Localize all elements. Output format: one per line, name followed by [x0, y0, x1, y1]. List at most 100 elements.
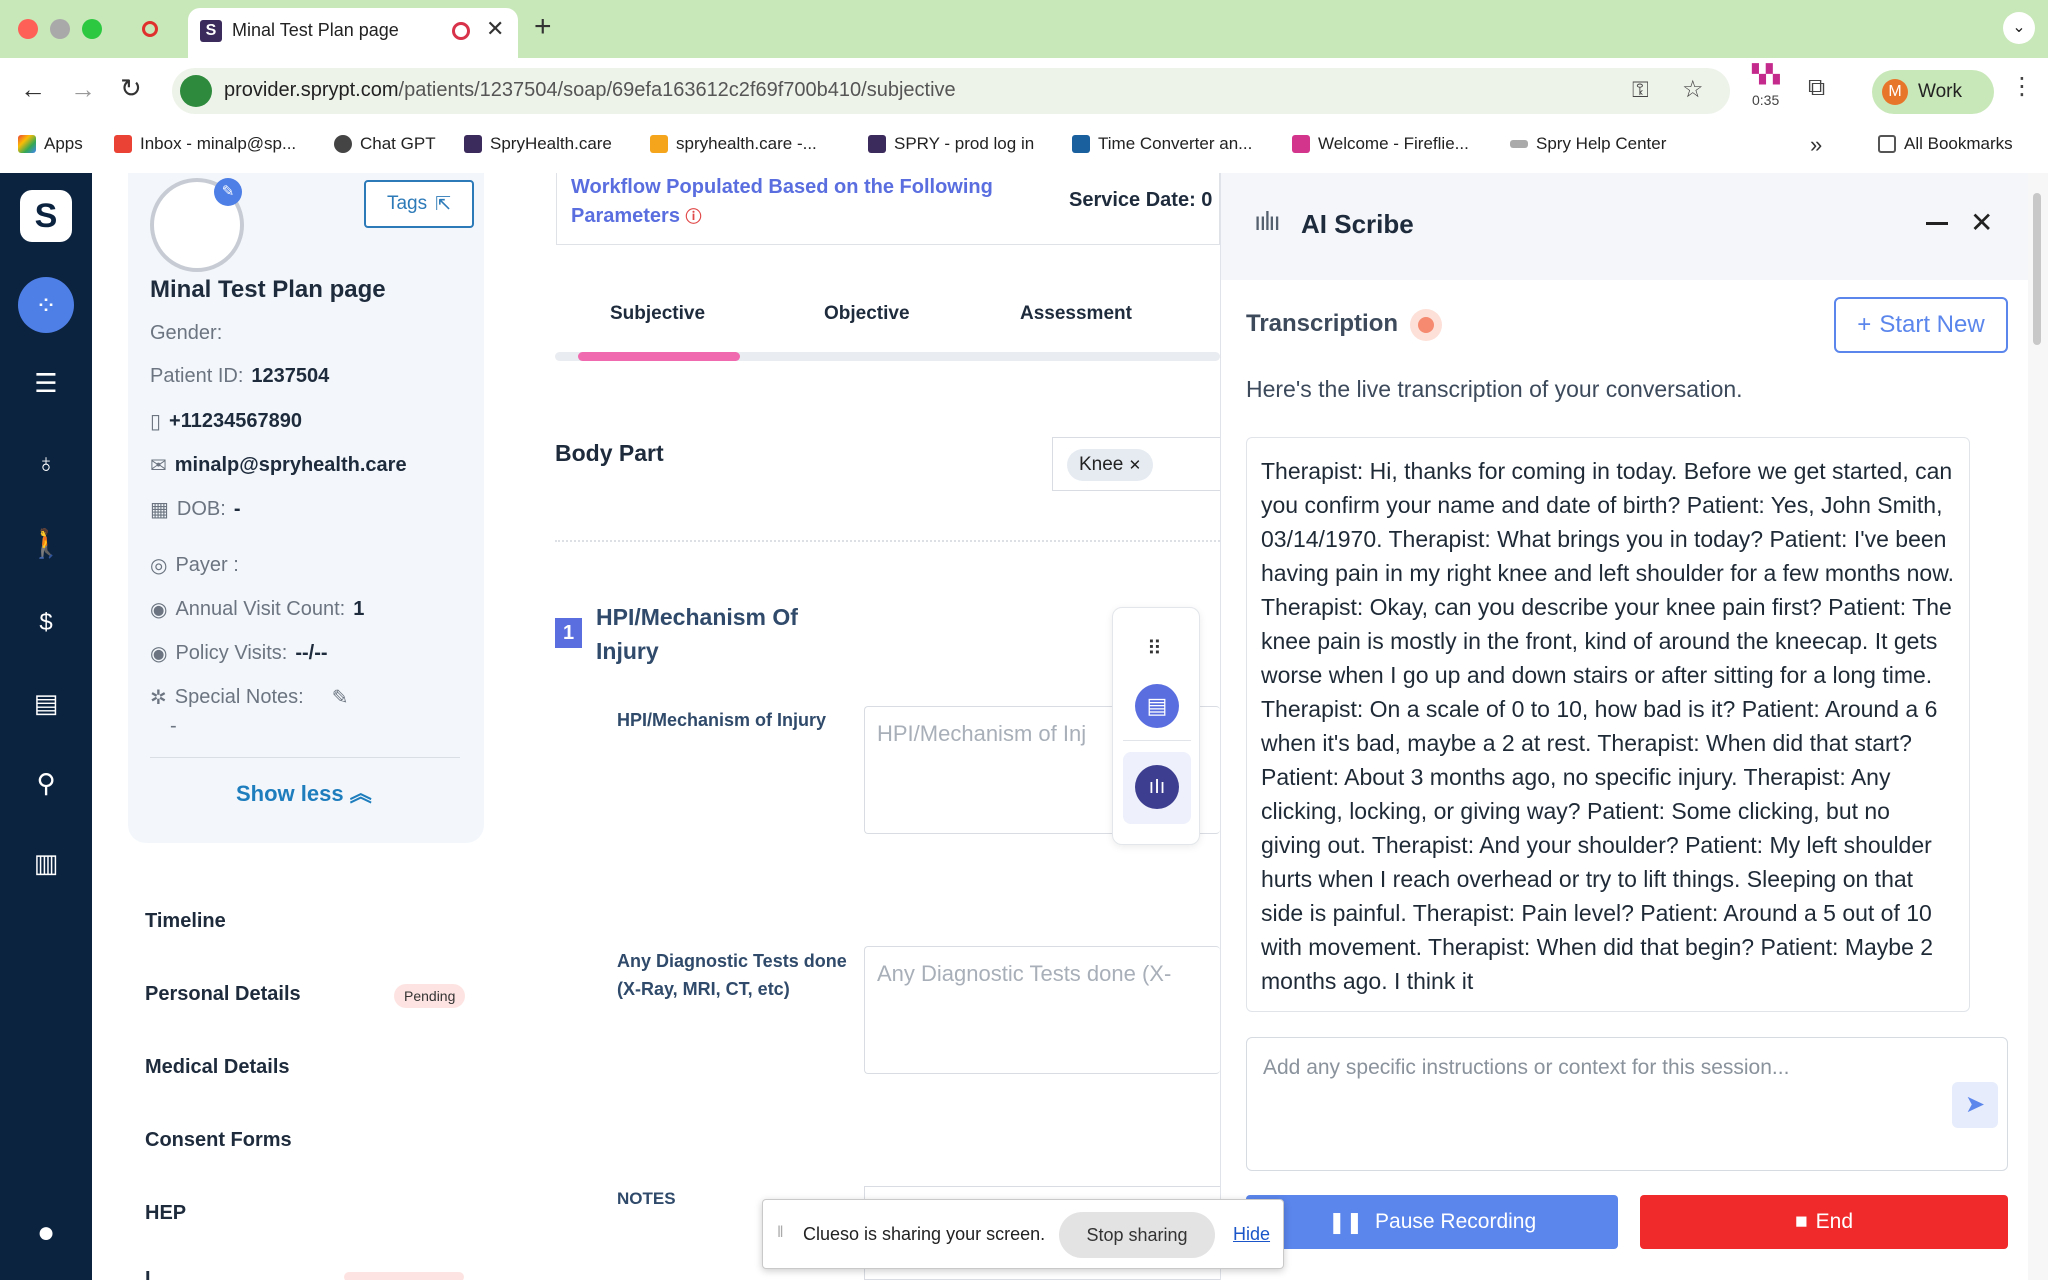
stop-sharing-button[interactable]: Stop sharing	[1059, 1212, 1215, 1258]
archive-icon[interactable]: ▤	[24, 681, 68, 725]
nav-timeline[interactable]: Timeline	[145, 910, 226, 933]
screen-cast-icon[interactable]: ▚▚	[1752, 64, 1780, 85]
forward-icon[interactable]: →	[70, 74, 96, 105]
menu-kebab-icon[interactable]: ⋮	[2010, 72, 2034, 101]
bookmark-label: SPRY - prod log in	[894, 134, 1035, 153]
browser-toolbar: ← → ↻ provider.sprypt.com/patients/12375…	[0, 58, 2048, 182]
more-bookmarks-icon[interactable]: »	[1810, 132, 1822, 158]
gmail-icon	[114, 135, 132, 153]
extensions-icon[interactable]: ⧉	[1808, 74, 1825, 102]
maximize-window-button[interactable]	[82, 19, 102, 39]
bookmark-chatgpt[interactable]: Chat GPT	[334, 134, 436, 154]
app-left-nav: S ⁘ ☰ ♁ 🚶 $ ▤ ⚲ ▥ ●	[0, 173, 92, 1280]
body-part-chip[interactable]: Knee ✕	[1067, 449, 1154, 481]
close-icon[interactable]: ✕	[1970, 206, 1993, 239]
bookmark-inbox[interactable]: Inbox - minalp@sp...	[114, 134, 296, 154]
spry-icon	[868, 135, 886, 153]
reports-icon[interactable]: ▥	[24, 841, 68, 885]
nav-personal-details[interactable]: Personal Details	[145, 983, 301, 1006]
all-bookmarks[interactable]: All Bookmarks	[1878, 134, 2013, 154]
browser-tab[interactable]: S Minal Test Plan page ✕	[188, 8, 518, 58]
bookmark-spryhealth-2[interactable]: spryhealth.care -...	[650, 134, 817, 154]
drag-grip-icon[interactable]: ‖	[777, 1224, 784, 1242]
walking-person-icon[interactable]: 🚶	[24, 521, 68, 565]
bookmark-fireflies[interactable]: Welcome - Fireflie...	[1292, 134, 1469, 154]
tab-subjective[interactable]: Subjective	[610, 303, 705, 325]
bookmark-help-center[interactable]: Spry Help Center	[1510, 134, 1666, 154]
end-button[interactable]: ■ End	[1640, 1195, 2008, 1249]
patient-name: Minal Test Plan page	[150, 276, 386, 303]
close-window-button[interactable]	[18, 19, 38, 39]
bookmark-star-icon[interactable]: ☆	[1682, 75, 1704, 104]
send-icon[interactable]: ➤	[1952, 1082, 1998, 1128]
bookmark-label: Apps	[44, 134, 83, 153]
chevron-up-icon: ︽	[349, 781, 372, 806]
workflow-banner: Workflow Populated Based on the Followin…	[556, 173, 1220, 245]
patients-icon[interactable]: ♁	[24, 441, 68, 485]
minimize-icon[interactable]	[1926, 222, 1948, 225]
spry-logo-icon[interactable]: S	[20, 190, 72, 242]
tab-close-icon[interactable]: ✕	[486, 16, 504, 42]
minimize-window-button[interactable]	[50, 19, 70, 39]
bookmark-label: Time Converter an...	[1098, 134, 1253, 153]
edit-avatar-icon[interactable]: ✎	[214, 178, 242, 206]
recording-dot-icon	[1418, 317, 1434, 333]
instructions-input[interactable]: Add any specific instructions or context…	[1246, 1037, 2008, 1171]
nav-consent-forms[interactable]: Consent Forms	[145, 1129, 292, 1152]
special-notes-row: ✲ Special Notes: ✎	[150, 685, 349, 710]
drag-handle-icon[interactable]: ⠿	[1147, 636, 1162, 661]
diag-textarea[interactable]: Any Diagnostic Tests done (X-	[864, 946, 1220, 1074]
chip-label: Knee	[1079, 454, 1124, 475]
section-divider	[555, 540, 1220, 542]
pause-recording-button[interactable]: ❚❚ Pause Recording	[1246, 1195, 1618, 1249]
scrollbar-thumb[interactable]	[2033, 193, 2041, 345]
new-tab-icon[interactable]: +	[534, 10, 552, 44]
billing-icon[interactable]: $	[24, 601, 68, 645]
body-part-select[interactable]: Knee ✕	[1052, 437, 1220, 491]
notes-doc-icon[interactable]: ▤	[1135, 684, 1179, 728]
waveform-icon: ıılıı	[1254, 206, 1281, 236]
scribe-title: AI Scribe	[1301, 209, 1414, 239]
section-number: 1	[555, 618, 582, 648]
show-less-link[interactable]: Show less ︽	[236, 776, 372, 808]
tags-button[interactable]: Tags ⇱	[364, 180, 474, 228]
tags-label: Tags	[386, 193, 428, 214]
bookmark-apps[interactable]: Apps	[18, 134, 83, 154]
profile-button[interactable]: M Work	[1872, 70, 1994, 114]
tab-title: Minal Test Plan page	[232, 20, 399, 40]
start-new-button[interactable]: + Start New	[1834, 297, 2008, 353]
back-icon[interactable]: ←	[20, 74, 46, 105]
transcription-label: Transcription	[1246, 310, 1399, 337]
phone-value: +11234567890	[169, 410, 302, 432]
bookmark-spry-prod[interactable]: SPRY - prod log in	[868, 134, 1034, 154]
tab-objective[interactable]: Objective	[824, 303, 910, 325]
checklist-icon[interactable]: ☰	[24, 361, 68, 405]
info-alert-icon[interactable]: ⓘ	[686, 209, 702, 226]
password-key-icon[interactable]: ⚿	[1632, 77, 1649, 103]
payer-row: ◎ Payer :	[150, 553, 239, 578]
hide-link[interactable]: Hide	[1233, 1224, 1270, 1245]
apps-grid-icon	[18, 135, 36, 153]
nav-partial-item[interactable]: I	[145, 1268, 151, 1280]
transcript-box[interactable]: Therapist: Hi, thanks for coming in toda…	[1246, 437, 1970, 1012]
nav-hep[interactable]: HEP	[145, 1202, 186, 1225]
address-bar[interactable]: provider.sprypt.com/patients/1237504/soa…	[172, 68, 1730, 114]
user-account-icon[interactable]: ●	[24, 1211, 68, 1255]
divider	[150, 757, 460, 758]
tab-assessment[interactable]: Assessment	[1020, 303, 1132, 325]
spry-favicon-icon: S	[200, 20, 222, 42]
page-scrollbar[interactable]	[2028, 173, 2048, 1280]
tab-search-chevron-icon[interactable]: ⌄	[2003, 12, 2035, 44]
bookmark-time-converter[interactable]: Time Converter an...	[1072, 134, 1252, 154]
body-part-label: Body Part	[555, 440, 664, 466]
bookmark-label: Spry Help Center	[1536, 134, 1667, 153]
screen-share-bar: ‖ Clueso is sharing your screen. Stop sh…	[762, 1199, 1284, 1269]
exercise-icon[interactable]: ⚲	[24, 761, 68, 805]
chip-remove-icon[interactable]: ✕	[1129, 457, 1142, 474]
phone-row: ▯ +11234567890	[150, 409, 302, 434]
reload-icon[interactable]: ↻	[120, 73, 142, 104]
edit-notes-icon[interactable]: ✎	[332, 685, 349, 710]
bookmark-spryhealth[interactable]: SpryHealth.care	[464, 134, 612, 154]
nav-medical-details[interactable]: Medical Details	[145, 1056, 290, 1079]
dashboard-icon[interactable]: ⁘	[18, 277, 74, 333]
